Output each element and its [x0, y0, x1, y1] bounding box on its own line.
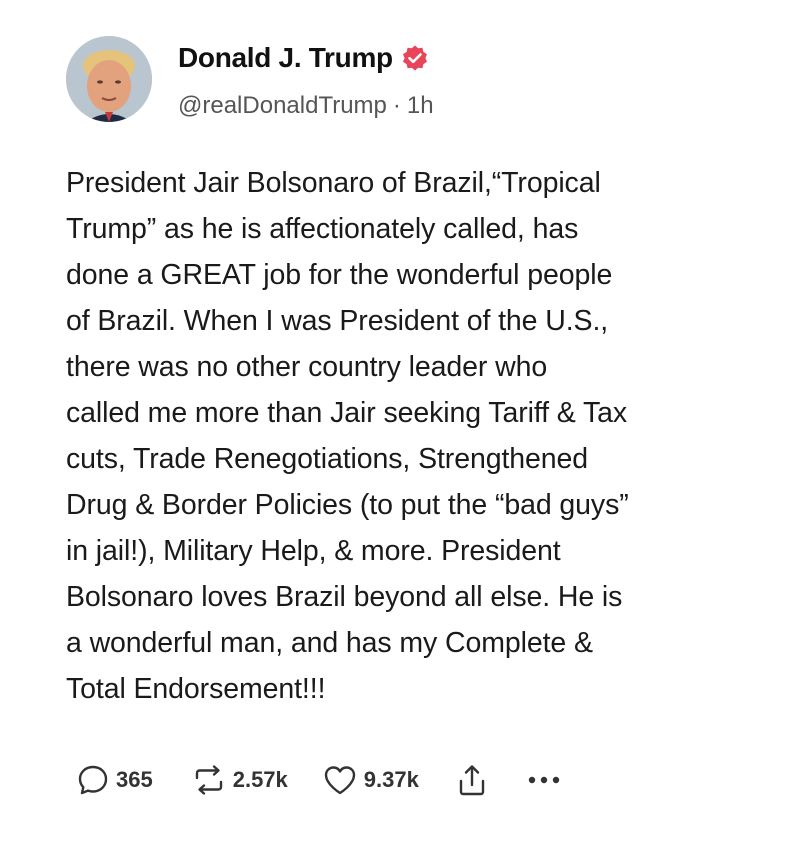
more-options-button[interactable]	[527, 775, 561, 785]
avatar-portrait	[66, 36, 152, 122]
author-meta: @realDonaldTrump · 1h	[178, 92, 698, 120]
share-button[interactable]	[457, 763, 487, 797]
author-identity: Donald J. Trump @realDonaldTrump · 1h	[178, 40, 698, 120]
author-handle[interactable]: @realDonaldTrump	[178, 92, 387, 119]
like-count: 9.37k	[363, 767, 419, 792]
post-timestamp[interactable]: 1h	[407, 92, 434, 119]
like-button[interactable]: 9.37k	[322, 763, 419, 797]
more-icon	[527, 775, 561, 785]
avatar[interactable]	[66, 36, 152, 122]
reply-button[interactable]: 365	[76, 763, 153, 797]
share-icon	[457, 763, 487, 797]
verified-badge-icon	[401, 44, 429, 72]
name-row: Donald J. Trump	[178, 40, 698, 76]
post-header: Donald J. Trump @realDonaldTrump · 1h	[66, 36, 716, 128]
repost-icon	[191, 763, 227, 797]
post-body-text: President Jair Bolsonaro of Brazil,“Trop…	[66, 167, 629, 705]
author-display-name[interactable]: Donald J. Trump	[178, 42, 393, 74]
repost-count: 2.57k	[232, 767, 288, 792]
heart-icon	[322, 763, 358, 797]
post: Donald J. Trump @realDonaldTrump · 1h Pres…	[0, 0, 790, 852]
action-bar: 365 2.57k 9.37k	[76, 760, 561, 800]
meta-separator: ·	[392, 92, 401, 119]
reply-icon	[76, 763, 110, 797]
repost-button[interactable]: 2.57k	[191, 763, 288, 797]
reply-count: 365	[116, 767, 153, 792]
